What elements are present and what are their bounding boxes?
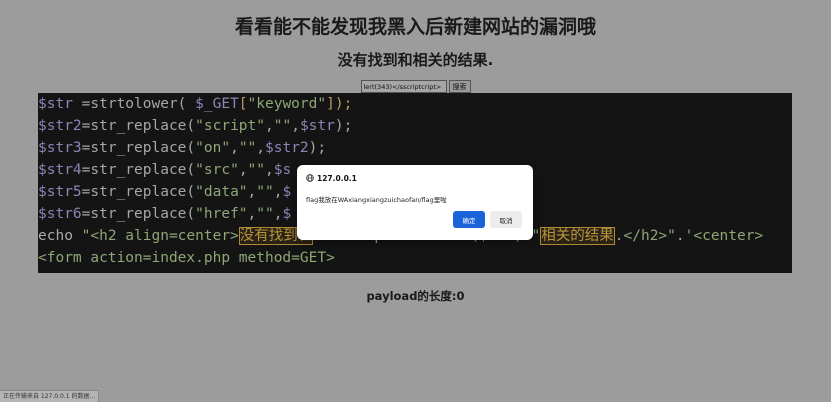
code-line-2: $str2=str_replace("script","",$str); — [38, 118, 353, 134]
dialog-header: 127.0.0.1 — [306, 174, 357, 183]
alert-dialog: 127.0.0.1 flag我放在WAxiangxiangzuichaofan/… — [297, 165, 533, 240]
globe-icon — [306, 174, 314, 182]
keyword-input[interactable] — [360, 80, 447, 93]
result-heading: 没有找到和相关的结果. — [337, 51, 494, 69]
search-button[interactable]: 搜索 — [448, 80, 471, 93]
dialog-host: 127.0.0.1 — [317, 174, 357, 183]
cancel-button[interactable]: 取消 — [490, 211, 522, 228]
payload-length: payload的长度:0 — [366, 289, 465, 303]
code-line-8: <form action=index.php method=GET> — [38, 250, 335, 266]
code-line-3: $str3=str_replace("on","",$str2); — [38, 140, 327, 156]
page-title: 看看能不能发现我黑入后新建网站的漏洞哦 — [234, 16, 596, 38]
code-line-6: $str6=str_replace("href","",$ — [38, 206, 292, 222]
status-bar: 正在传输来自 127.0.0.1 的数据... — [0, 390, 100, 402]
highlight-related-result: 相关的结果 — [540, 227, 615, 245]
code-line-4: $str4=str_replace("src","",$s — [38, 162, 292, 178]
dialog-message: flag我放在WAxiangxiangzuichaofan/flag里啦 — [306, 196, 447, 204]
code-line-5: $str5=str_replace("data","",$ — [38, 184, 292, 200]
search-form: 搜索 — [0, 80, 831, 93]
ok-button[interactable]: 确定 — [453, 211, 485, 228]
code-line-1: $str =strtolower( $_GET["keyword"]); — [38, 96, 353, 112]
